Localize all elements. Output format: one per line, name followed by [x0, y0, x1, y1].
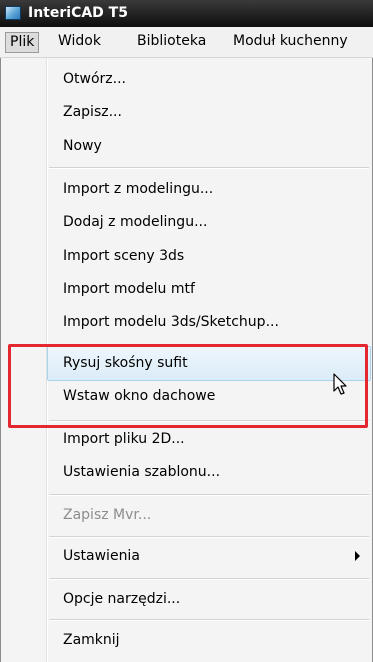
menu-item-import-sketchup[interactable]: Import modelu 3ds/Sketchup... — [63, 314, 279, 330]
submenu-arrow-icon — [355, 551, 360, 561]
mouse-cursor-icon — [333, 373, 347, 395]
menu-item-settings[interactable]: Ustawienia — [63, 548, 140, 564]
menu-item-save-mvr: Zapisz Mvr... — [63, 507, 152, 523]
menu-biblioteka[interactable]: Biblioteka — [133, 32, 210, 53]
menu-item-open[interactable]: Otwórz... — [63, 71, 126, 87]
menu-item-import-3ds[interactable]: Import sceny 3ds — [63, 248, 184, 264]
menu-separator — [49, 536, 369, 538]
menu-separator — [49, 167, 369, 169]
menu-separator — [49, 494, 369, 496]
menu-separator — [49, 578, 369, 580]
window-title: InteriCAD T5 — [28, 5, 128, 21]
menu-separator — [49, 619, 369, 621]
menu-bar: Plik Widok Biblioteka Moduł kuchenny — [0, 27, 373, 58]
menu-item-add-modeling[interactable]: Dodaj z modelingu... — [63, 214, 207, 230]
menu-item-new[interactable]: Nowy — [63, 138, 102, 154]
highlight-box — [8, 344, 368, 428]
app-icon — [5, 6, 21, 20]
title-bar: InteriCAD T5 — [0, 0, 373, 27]
menu-item-import-modeling[interactable]: Import z modelingu... — [63, 181, 213, 197]
menu-item-import-mtf[interactable]: Import modelu mtf — [63, 281, 195, 297]
menu-plik[interactable]: Plik — [5, 32, 40, 53]
menu-widok[interactable]: Widok — [54, 32, 105, 53]
menu-item-template-settings[interactable]: Ustawienia szablonu... — [63, 464, 220, 480]
menu-item-tool-options[interactable]: Opcje narzędzi... — [63, 591, 180, 607]
menu-item-close[interactable]: Zamknij — [63, 632, 120, 648]
menu-item-save[interactable]: Zapisz... — [63, 104, 122, 120]
file-dropdown-menu: Otwórz... Zapisz... Nowy Import z modeli… — [0, 58, 373, 662]
menu-modul-kuchenny[interactable]: Moduł kuchenny — [229, 32, 352, 53]
menu-item-import-2d[interactable]: Import pliku 2D... — [63, 431, 185, 447]
